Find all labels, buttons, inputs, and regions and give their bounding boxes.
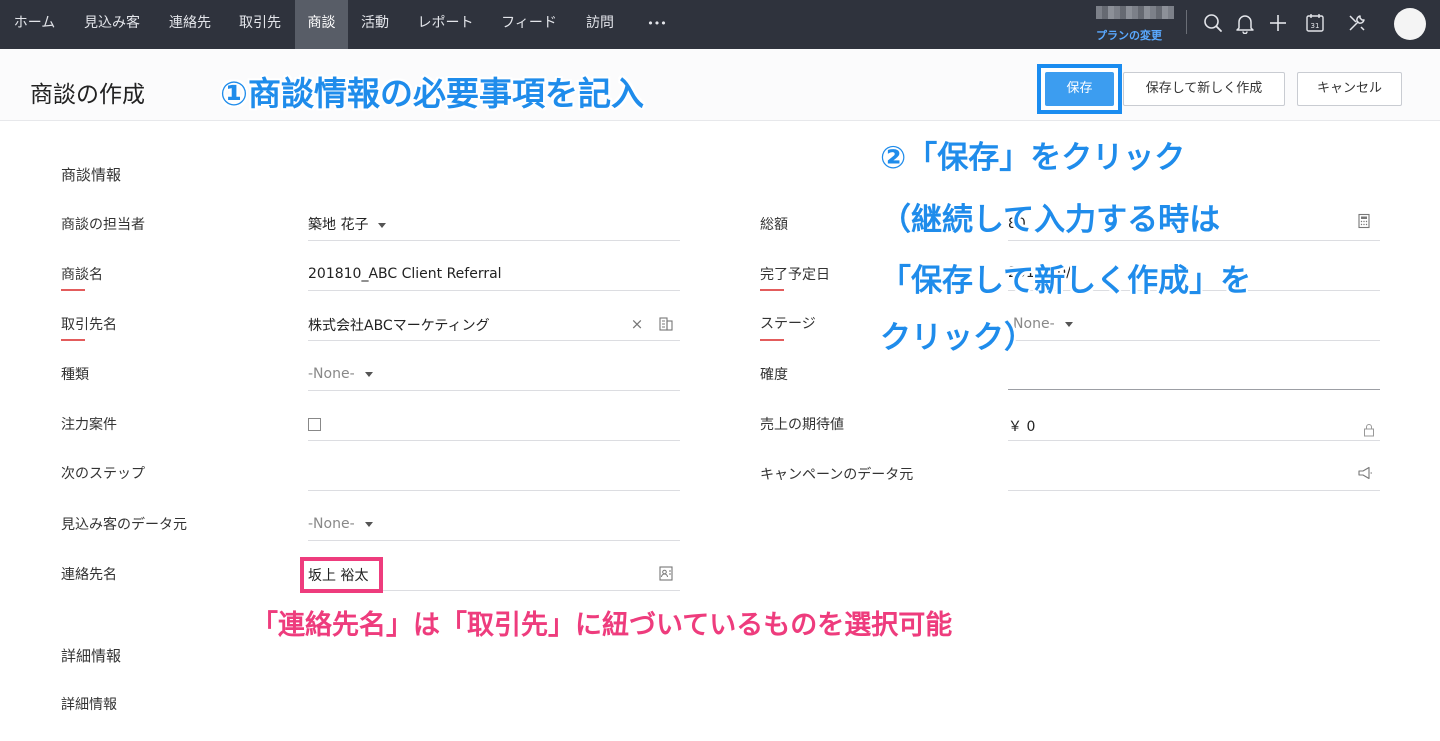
field-campaign-source: キャンペーンのデータ元 <box>760 450 1380 500</box>
top-navigation: ホーム 見込み客 連絡先 取引先 商談 活動 レポート フィード 訪問 ••• … <box>0 0 1440 49</box>
search-icon[interactable] <box>1202 12 1224 34</box>
chevron-down-icon <box>378 222 387 228</box>
field-underline <box>1008 490 1380 491</box>
field-label: 種類 <box>61 367 89 383</box>
nav-divider <box>1186 10 1187 34</box>
field-label: 注力案件 <box>61 417 117 433</box>
contact-highlight-frame <box>300 557 383 593</box>
annotation-step2-line2: （継続して入力する時は <box>880 202 1221 238</box>
field-label: 取引先名 <box>61 317 117 333</box>
save-button[interactable]: 保存 <box>1045 72 1114 106</box>
save-and-new-button[interactable]: 保存して新しく作成 <box>1123 72 1285 106</box>
field-label: 見込み客のデータ元 <box>61 517 187 533</box>
field-label: 売上の期待値 <box>760 417 844 433</box>
field-label: 商談の担当者 <box>61 217 145 233</box>
field-probability: 確度 <box>760 350 1380 400</box>
next-step-input[interactable] <box>308 490 680 491</box>
required-marker <box>61 339 85 341</box>
field-label: 連絡先名 <box>61 567 117 583</box>
field-underline <box>308 240 680 241</box>
clear-icon[interactable]: × <box>629 316 645 332</box>
field-underline <box>1008 240 1380 241</box>
field-label: ステージ <box>760 316 816 332</box>
deal-name-input[interactable]: 201810_ABC Client Referral <box>308 266 502 282</box>
nav-home[interactable]: ホーム <box>0 0 69 49</box>
probability-input[interactable] <box>1008 389 1380 390</box>
megaphone-icon[interactable] <box>1357 465 1373 481</box>
nav-leads[interactable]: 見込み客 <box>69 0 155 49</box>
calendar-day: 31 <box>1311 22 1320 30</box>
nav-visits[interactable]: 訪問 <box>569 0 631 49</box>
field-label: 次のステップ <box>61 466 145 482</box>
field-deal-name: 商談名 201810_ABC Client Referral <box>61 250 680 300</box>
calculator-icon[interactable] <box>1356 213 1372 229</box>
field-underline <box>308 440 680 441</box>
field-underline <box>308 540 680 541</box>
building-lookup-icon[interactable] <box>658 315 674 331</box>
type-value: -None- <box>308 366 355 382</box>
field-label: 詳細情報 <box>61 697 117 713</box>
tools-icon[interactable] <box>1346 12 1368 34</box>
field-label: 完了予定日 <box>760 267 830 283</box>
field-label: 総額 <box>760 217 788 233</box>
field-account: 取引先名 株式会社ABCマーケティング × <box>61 300 680 350</box>
field-underline <box>308 340 680 341</box>
chevron-down-icon <box>364 371 373 377</box>
calendar-icon[interactable]: 31 <box>1304 12 1326 34</box>
chevron-down-icon <box>1064 321 1073 327</box>
field-underline <box>1008 340 1380 341</box>
field-underline <box>308 290 680 291</box>
lead-source-select[interactable]: -None- <box>308 516 373 532</box>
annotation-step1: ①商談情報の必要事項を記入 <box>220 74 644 113</box>
expected-revenue-value: ￥ 0 <box>1008 419 1036 435</box>
nav-reports[interactable]: レポート <box>402 0 489 49</box>
blurred-org-name <box>1096 6 1174 19</box>
nav-accounts[interactable]: 取引先 <box>225 0 295 49</box>
nav-contacts[interactable]: 連絡先 <box>155 0 225 49</box>
annotation-contact-note: 「連絡先名」は「取引先」に紐づいているものを選択可能 <box>251 610 953 641</box>
field-owner: 商談の担当者 築地 花子 <box>61 200 680 250</box>
annotation-step2-line1: ②「保存」をクリック <box>880 140 1186 176</box>
required-marker <box>61 289 85 291</box>
contact-lookup-icon[interactable] <box>658 565 674 581</box>
owner-select[interactable]: 築地 花子 <box>308 214 387 234</box>
account-input[interactable]: 株式会社ABCマーケティング <box>308 315 490 335</box>
field-underline <box>308 390 680 391</box>
lead-source-value: -None- <box>308 516 355 532</box>
field-type: 種類 -None- <box>61 350 680 400</box>
field-focus: 注力案件 <box>61 400 680 450</box>
required-marker <box>760 339 784 341</box>
nav-feeds[interactable]: フィード <box>489 0 569 49</box>
change-plan-link[interactable]: プランの変更 <box>1096 27 1162 43</box>
nav-activities[interactable]: 活動 <box>348 0 402 49</box>
focus-checkbox[interactable] <box>308 418 321 431</box>
type-select[interactable]: -None- <box>308 366 373 382</box>
section-title-deal: 商談情報 <box>61 166 122 184</box>
page-title: 商談の作成 <box>30 82 145 108</box>
lock-icon <box>1364 424 1374 437</box>
annotation-step2-line3: 「保存して新しく作成」を <box>880 263 1252 299</box>
field-next-step: 次のステップ <box>61 450 680 500</box>
field-underline <box>1008 440 1380 441</box>
field-lead-source: 見込み客のデータ元 -None- <box>61 500 680 550</box>
field-label: キャンペーンのデータ元 <box>760 467 914 483</box>
required-marker <box>760 289 784 291</box>
nav-more-icon[interactable]: ••• <box>641 0 673 49</box>
avatar[interactable] <box>1394 8 1426 40</box>
field-label: 確度 <box>760 367 788 383</box>
nav-deals[interactable]: 商談 <box>295 0 348 49</box>
annotation-step2-line4: クリック） <box>880 320 1035 356</box>
section-title-detail: 詳細情報 <box>61 647 122 665</box>
chevron-down-icon <box>364 521 373 527</box>
field-description: 詳細情報 <box>61 680 680 730</box>
field-label: 商談名 <box>61 267 103 283</box>
field-expected-revenue: 売上の期待値 ￥ 0 <box>760 400 1380 450</box>
cancel-button[interactable]: キャンセル <box>1297 72 1402 106</box>
bell-icon[interactable] <box>1234 12 1256 34</box>
field-stage: ステージ -None- <box>760 300 1380 350</box>
owner-value: 築地 花子 <box>308 217 369 233</box>
plus-icon[interactable] <box>1267 12 1289 34</box>
